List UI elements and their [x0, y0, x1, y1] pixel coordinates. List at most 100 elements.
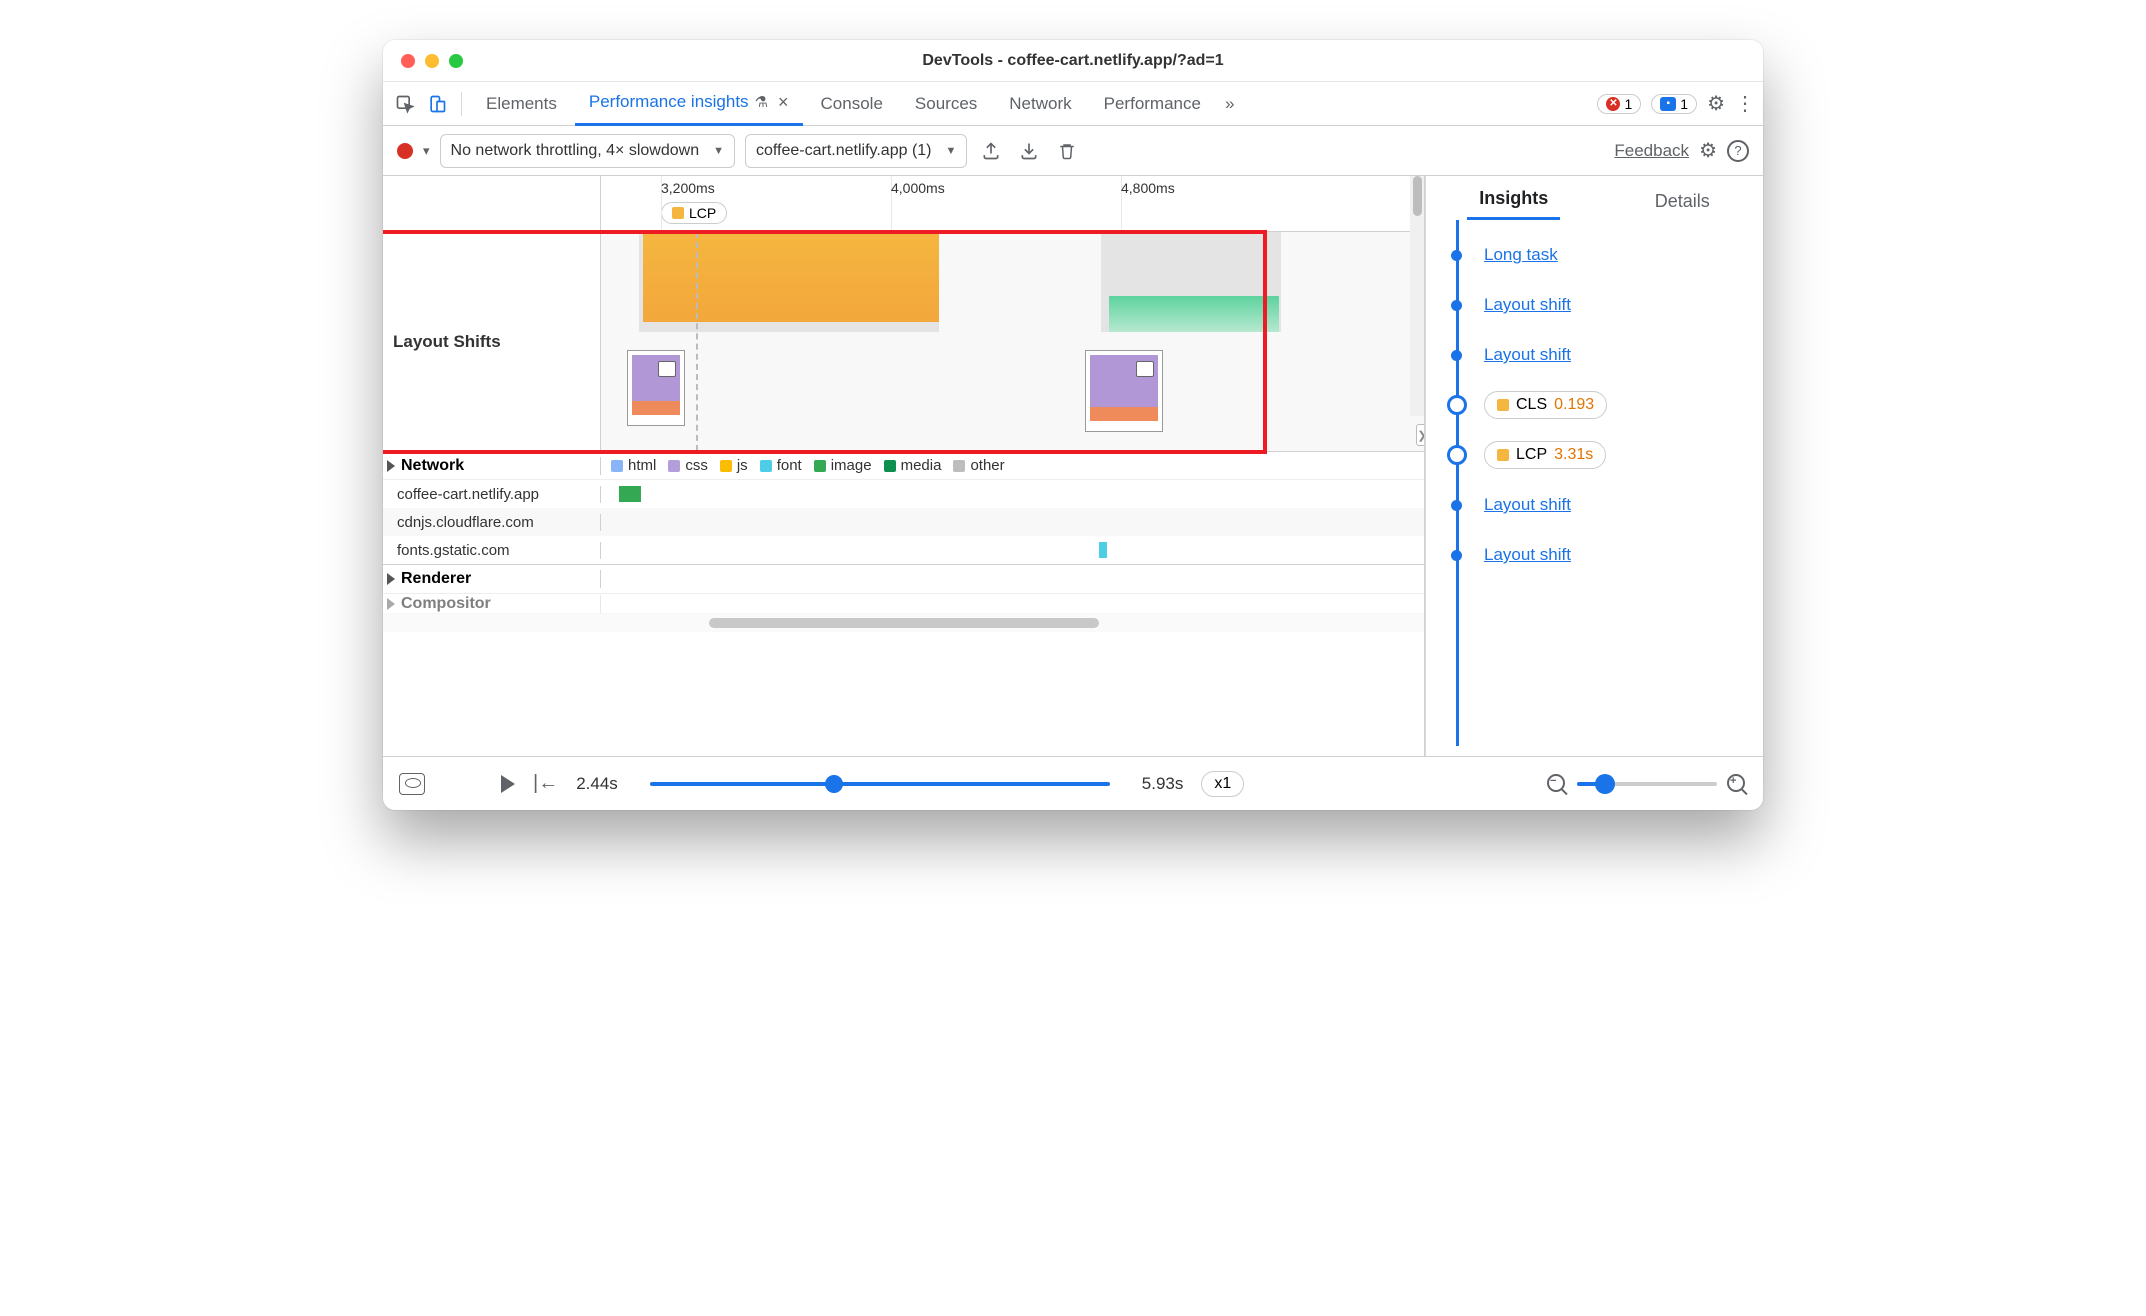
- titlebar: DevTools - coffee-cart.netlify.app/?ad=1: [383, 40, 1763, 82]
- vertical-scrollbar[interactable]: [1410, 176, 1424, 416]
- chevron-down-icon: ▼: [946, 145, 957, 157]
- time-tick: 3,200ms: [661, 180, 715, 196]
- layout-shifts-content[interactable]: [601, 232, 1424, 451]
- layout-shift-thumbnail[interactable]: [1085, 350, 1163, 432]
- network-host: coffee-cart.netlify.app: [383, 486, 601, 503]
- legend-swatch: [760, 460, 772, 472]
- tabs-overflow-icon[interactable]: »: [1219, 82, 1240, 126]
- insight-item[interactable]: CLS 0.193: [1426, 380, 1763, 430]
- network-row[interactable]: coffee-cart.netlify.app: [383, 480, 1424, 508]
- layout-shifts-label: Layout Shifts: [383, 232, 601, 451]
- legend-item: html: [611, 457, 656, 474]
- insights-pane: Insights Details Long task Layout shift La…: [1425, 176, 1763, 756]
- inspect-icon[interactable]: [391, 90, 419, 118]
- close-window-button[interactable]: [401, 54, 415, 68]
- chevron-down-icon: ▼: [713, 145, 724, 157]
- legend-item: css: [668, 457, 708, 474]
- insight-item[interactable]: Layout shift: [1426, 480, 1763, 530]
- record-button[interactable]: [397, 143, 413, 159]
- playback-slider[interactable]: [650, 782, 1110, 786]
- tab-details[interactable]: Details: [1643, 191, 1722, 220]
- renderer-track-header: Renderer: [383, 564, 1424, 594]
- legend-swatch: [953, 460, 965, 472]
- window-controls: [401, 54, 463, 68]
- legend-item: image: [814, 457, 872, 474]
- tab-performance[interactable]: Performance: [1090, 82, 1215, 126]
- recording-select[interactable]: coffee-cart.netlify.app (1) ▼: [745, 134, 967, 168]
- insights-list[interactable]: Long task Layout shift Layout shift CLS 0.1…: [1426, 220, 1763, 756]
- layout-shift-thumbnail[interactable]: [627, 350, 685, 426]
- zoom-in-icon[interactable]: +: [1727, 774, 1747, 794]
- tab-elements[interactable]: Elements: [472, 82, 571, 126]
- help-icon[interactable]: ?: [1727, 140, 1749, 162]
- network-row[interactable]: fonts.gstatic.com: [383, 536, 1424, 564]
- messages-badge[interactable]: ▪1: [1651, 94, 1697, 114]
- play-button[interactable]: [501, 775, 515, 793]
- lcp-marker[interactable]: LCP: [661, 202, 727, 224]
- insight-item[interactable]: LCP 3.31s: [1426, 430, 1763, 480]
- insight-item[interactable]: Long task: [1426, 230, 1763, 280]
- expand-icon: [387, 573, 395, 585]
- network-row[interactable]: cdnjs.cloudflare.com: [383, 508, 1424, 536]
- record-menu-icon[interactable]: ▾: [423, 143, 430, 159]
- tab-insights[interactable]: Insights: [1467, 188, 1560, 220]
- lcp-color-icon: [672, 207, 684, 219]
- insight-link[interactable]: Layout shift: [1484, 545, 1571, 565]
- insight-item[interactable]: Layout shift: [1426, 280, 1763, 330]
- renderer-toggle[interactable]: Renderer: [383, 570, 601, 588]
- waterfall-bar[interactable]: [1099, 542, 1107, 558]
- horizontal-scrollbar[interactable]: [383, 614, 1424, 632]
- pane-resize-handle[interactable]: ❯: [1416, 424, 1425, 446]
- network-legend: htmlcssjsfontimagemediaother: [601, 457, 1424, 474]
- tab-sources[interactable]: Sources: [901, 82, 991, 126]
- settings-icon[interactable]: ⚙: [1707, 91, 1725, 116]
- metric-chip[interactable]: LCP 3.31s: [1484, 441, 1606, 469]
- timeline-pane: LCP 3,200ms4,000ms4,800ms Layout Shifts: [383, 176, 1425, 756]
- more-menu-icon[interactable]: ⋮: [1735, 91, 1755, 116]
- end-time: 5.93s: [1142, 774, 1184, 794]
- compositor-toggle[interactable]: Compositor: [383, 595, 601, 613]
- legend-swatch: [814, 460, 826, 472]
- feedback-link[interactable]: Feedback: [1614, 141, 1689, 161]
- experiment-icon: ⚗: [755, 93, 768, 111]
- upload-icon[interactable]: [977, 137, 1005, 165]
- tab-network[interactable]: Network: [995, 82, 1085, 126]
- minimize-window-button[interactable]: [425, 54, 439, 68]
- legend-swatch: [884, 460, 896, 472]
- timeline-dot: [1447, 445, 1467, 465]
- maximize-window-button[interactable]: [449, 54, 463, 68]
- device-mode-icon[interactable]: [423, 90, 451, 118]
- error-icon: ✕: [1606, 97, 1620, 111]
- delete-icon[interactable]: [1053, 137, 1081, 165]
- preview-toggle-icon[interactable]: [399, 773, 425, 795]
- errors-badge[interactable]: ✕1: [1597, 94, 1641, 114]
- timeline-dot: [1451, 250, 1462, 261]
- insight-item[interactable]: Layout shift: [1426, 530, 1763, 580]
- timeline-dot: [1451, 500, 1462, 511]
- legend-swatch: [611, 460, 623, 472]
- playback-speed[interactable]: x1: [1201, 771, 1244, 797]
- compositor-track-header: Compositor: [383, 594, 1424, 614]
- insight-link[interactable]: Layout shift: [1484, 345, 1571, 365]
- insight-item[interactable]: Layout shift: [1426, 330, 1763, 380]
- tab-console[interactable]: Console: [807, 82, 897, 126]
- insight-link[interactable]: Long task: [1484, 245, 1558, 265]
- zoom-slider[interactable]: [1577, 782, 1717, 786]
- throttling-select[interactable]: No network throttling, 4× slowdown ▼: [440, 134, 735, 168]
- tab-performance-insights[interactable]: Performance insights ⚗ ×: [575, 82, 803, 126]
- waterfall-bar[interactable]: [619, 486, 641, 502]
- legend-item: js: [720, 457, 748, 474]
- network-toggle[interactable]: Network: [383, 457, 601, 475]
- metric-chip[interactable]: CLS 0.193: [1484, 391, 1607, 419]
- download-icon[interactable]: [1015, 137, 1043, 165]
- time-ruler[interactable]: LCP 3,200ms4,000ms4,800ms: [383, 176, 1424, 232]
- layout-shifts-track: Layout Shifts: [383, 232, 1424, 452]
- throttling-label: No network throttling, 4× slowdown: [451, 142, 700, 160]
- timeline-dot: [1447, 395, 1467, 415]
- zoom-out-icon[interactable]: −: [1547, 774, 1567, 794]
- panel-settings-icon[interactable]: ⚙: [1699, 138, 1717, 163]
- rewind-button[interactable]: |←: [533, 772, 558, 795]
- insight-link[interactable]: Layout shift: [1484, 495, 1571, 515]
- close-tab-icon[interactable]: ×: [778, 92, 789, 113]
- insight-link[interactable]: Layout shift: [1484, 295, 1571, 315]
